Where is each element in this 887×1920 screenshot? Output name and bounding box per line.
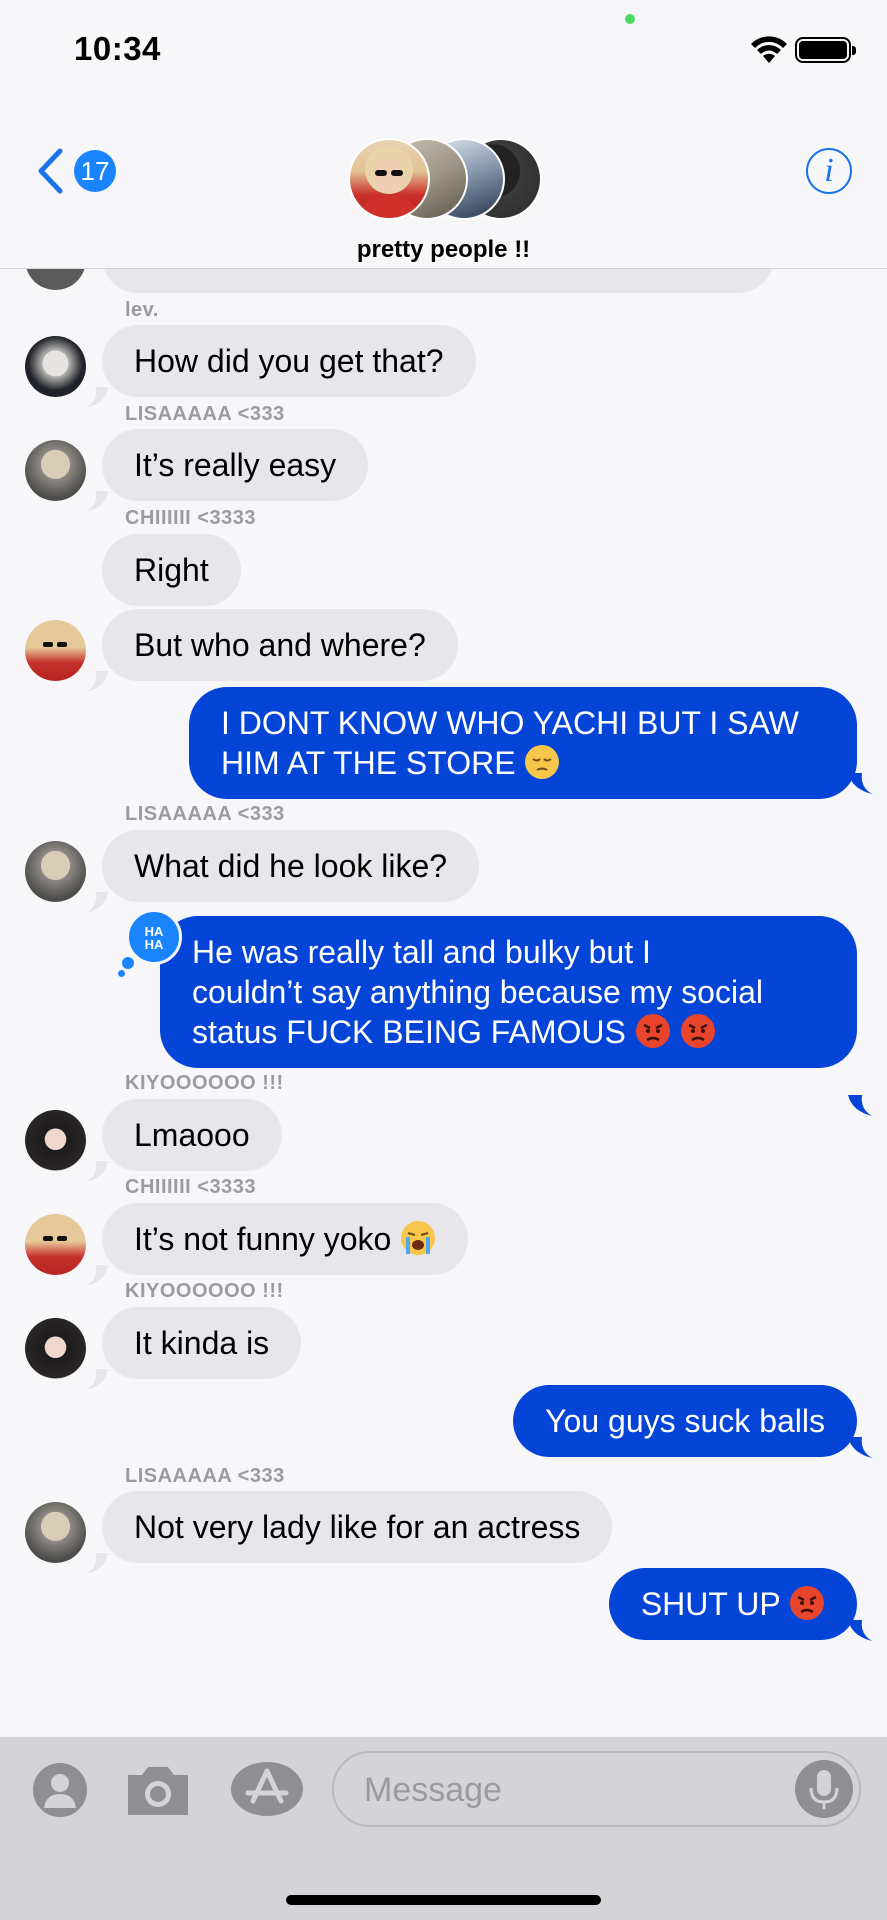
bubble-tail (86, 1369, 108, 1390)
dictation-button[interactable] (795, 1760, 853, 1818)
contact-icon[interactable] (32, 1762, 88, 1818)
group-name[interactable]: pretty people !! (0, 236, 887, 264)
sender-name: LISAAAAA <333 (125, 803, 285, 825)
bubble-tail (848, 1437, 872, 1458)
avatar-portrait (43, 1236, 67, 1241)
message-text: What did he look like? (134, 848, 448, 884)
message-bubble-outgoing[interactable]: You guys suck balls (513, 1385, 857, 1457)
message-input[interactable] (362, 1753, 766, 1827)
message-text-line: I DONT KNOW WHO YACHI BUT I SAW (221, 705, 799, 741)
avatar-portrait (43, 642, 67, 647)
message-bubble-outgoing[interactable]: He was really tall and bulky but I could… (160, 916, 857, 1068)
message-bubble[interactable]: It’s not funny yoko (102, 1203, 469, 1275)
sender-name: LISAAAAA <333 (125, 1465, 285, 1487)
message-text: SHUT UP (640, 1586, 781, 1622)
message-text-line: status FUCK BEING FAMOUS (192, 1014, 626, 1050)
app-store-icon[interactable] (230, 1761, 304, 1817)
angry-face-emoji (790, 1586, 824, 1620)
message-text: You guys suck balls (545, 1403, 825, 1439)
home-indicator[interactable] (286, 1895, 601, 1905)
sender-avatar (25, 1502, 86, 1563)
bubble-tail (86, 387, 108, 408)
sender-name: KIYOOOOOO !!! (125, 1072, 284, 1094)
message-bubble[interactable]: It kinda is (102, 1307, 302, 1379)
message-field[interactable] (332, 1751, 861, 1827)
group-avatar-stack[interactable] (348, 138, 542, 224)
message-bubble[interactable]: But who and where? (102, 609, 458, 681)
message-bubble[interactable]: Lmaooo (102, 1099, 282, 1171)
bubble-tail (848, 1620, 872, 1641)
chevron-left-icon (38, 148, 63, 194)
message-list[interactable]: lev. How did you get that? LISAAAAA <333… (0, 269, 887, 1737)
message-text: It kinda is (134, 1325, 270, 1361)
message-bubble-outgoing[interactable]: I DONT KNOW WHO YACHI BUT I SAW HIM AT T… (189, 687, 857, 799)
member-avatar (348, 138, 430, 220)
message-bubble[interactable]: Right (102, 534, 241, 606)
microphone-icon (809, 1770, 839, 1809)
sender-avatar (25, 269, 86, 290)
angry-face-emoji (680, 1014, 715, 1048)
sender-avatar (25, 440, 86, 501)
bubble-tail (848, 773, 872, 794)
message-bubble[interactable]: It’s really easy (102, 429, 369, 501)
bubble-tail (86, 1265, 108, 1286)
sender-name: KIYOOOOOO !!! (125, 1280, 284, 1302)
battery-icon (795, 37, 856, 63)
pensive-face-emoji (525, 745, 560, 779)
bubble-tail (848, 1095, 872, 1116)
message-text-line: HIM AT THE STORE (221, 745, 516, 781)
message-bubble[interactable]: How did you get that? (102, 325, 476, 397)
status-time: 10:34 (74, 30, 161, 67)
message-bubble-outgoing[interactable]: SHUT UP (608, 1568, 857, 1640)
bubble-tail (86, 1161, 108, 1182)
wifi-icon (751, 36, 787, 63)
sender-name: CHIIIIII <3333 (125, 1176, 256, 1198)
message-bubble-partial (102, 269, 774, 293)
message-text: Right (134, 552, 209, 588)
bubble-tail (86, 671, 108, 692)
sender-name: LISAAAAA <333 (125, 403, 285, 425)
message-text-line: couldn’t say anything because my social (192, 974, 763, 1010)
tapback-haha[interactable]: HA HA (118, 909, 184, 979)
message-bubble[interactable]: What did he look like? (102, 830, 480, 902)
sender-avatar (25, 1214, 86, 1275)
message-text: Lmaooo (134, 1117, 250, 1153)
back-button[interactable]: 17 (36, 144, 126, 200)
message-text: It’s really easy (134, 447, 337, 483)
sender-name: lev. (125, 299, 159, 321)
status-bar: 10:34 (0, 0, 887, 100)
message-bubble[interactable]: Not very lady like for an actress (102, 1491, 613, 1563)
bubble-tail (86, 491, 108, 512)
bubble-tail (86, 1553, 108, 1574)
crying-face-emoji (401, 1221, 436, 1255)
angry-face-emoji (635, 1014, 670, 1048)
message-text: Not very lady like for an actress (134, 1509, 581, 1545)
sender-avatar (25, 1318, 86, 1379)
sender-avatar (25, 1110, 86, 1171)
unread-count-badge: 17 (74, 150, 116, 192)
camera-indicator-dot (625, 14, 635, 24)
sender-avatar (25, 620, 86, 681)
sender-avatar (25, 336, 86, 397)
message-text-line: He was really tall and bulky but I (192, 934, 651, 970)
sender-name: CHIIIIII <3333 (125, 507, 256, 529)
info-button[interactable]: i (806, 148, 852, 194)
message-text: How did you get that? (134, 343, 444, 379)
compose-bar (0, 1737, 887, 1920)
message-text: It’s not funny yoko (134, 1221, 392, 1257)
bubble-tail (86, 892, 108, 913)
camera-icon[interactable] (124, 1763, 192, 1819)
message-text: But who and where? (134, 627, 426, 663)
conversation-header: 17 pretty people !! i (0, 100, 887, 269)
tapback-label: HA (144, 937, 164, 952)
sender-avatar (25, 841, 86, 902)
avatar-portrait (358, 146, 420, 218)
